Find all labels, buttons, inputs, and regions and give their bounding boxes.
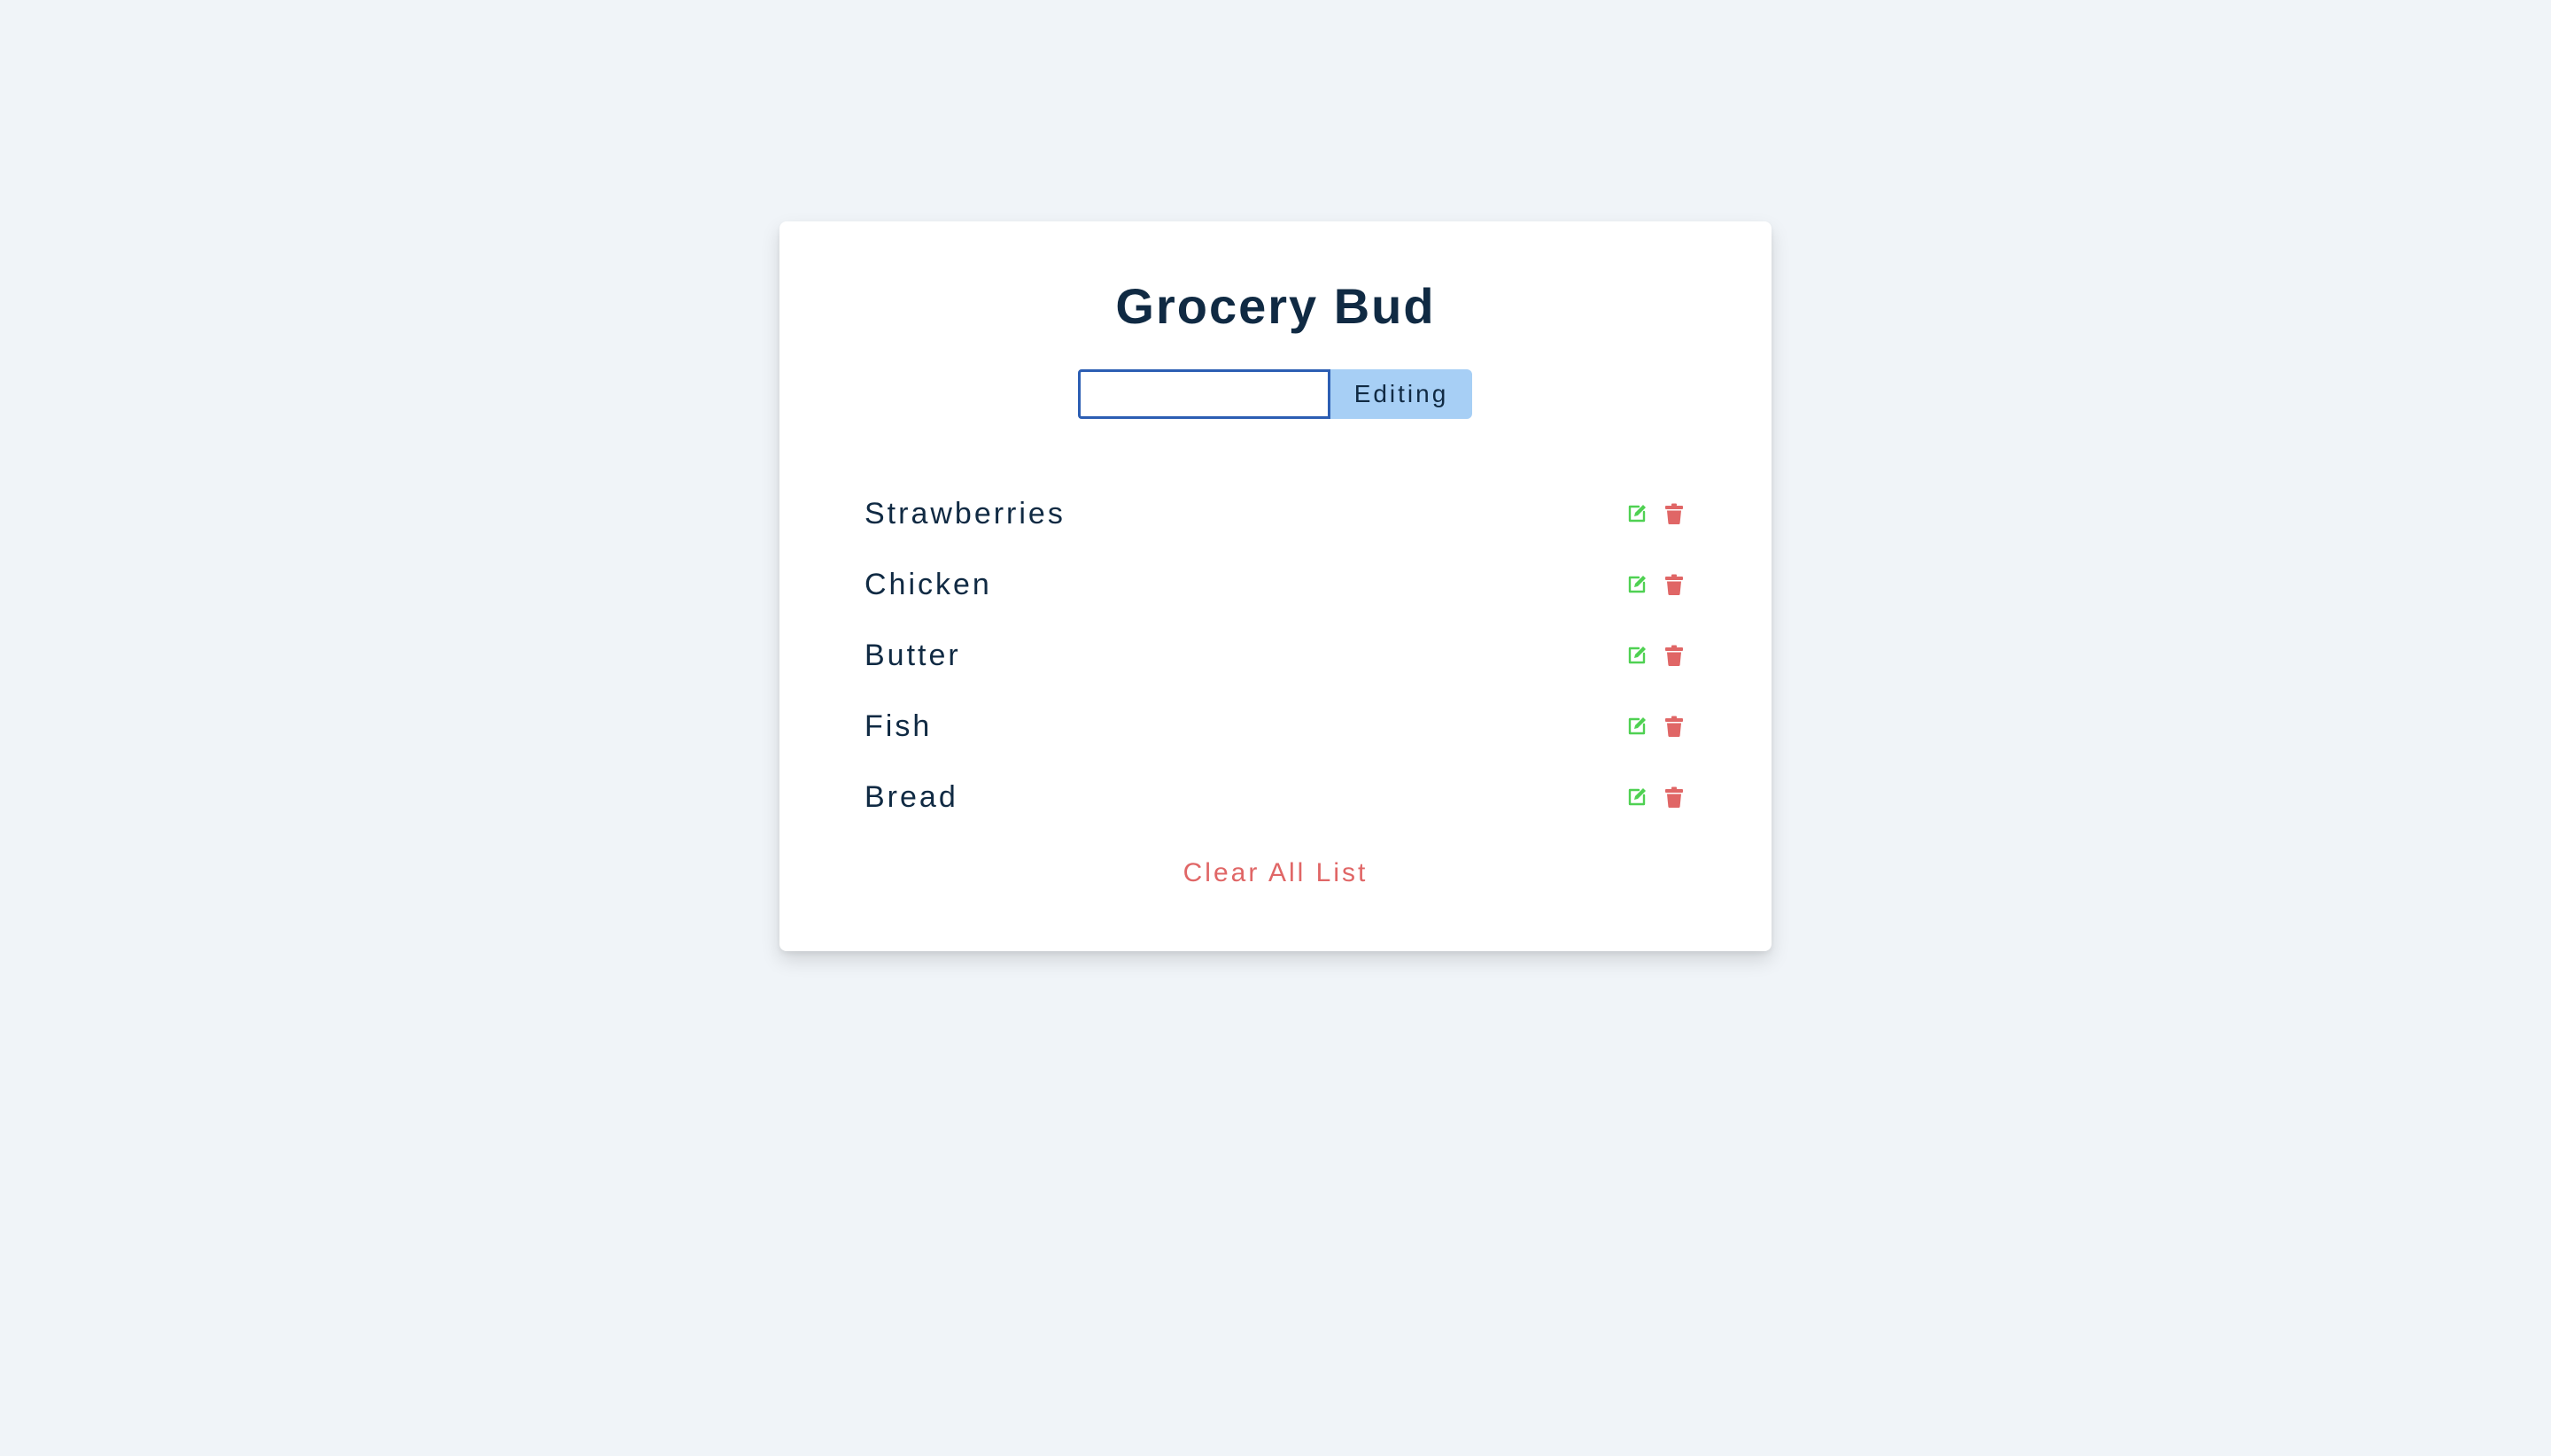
item-name: Strawberries (865, 496, 1066, 531)
trash-icon (1664, 645, 1684, 666)
list-item: Butter (865, 620, 1686, 691)
trash-icon (1664, 503, 1684, 524)
item-name: Chicken (865, 567, 992, 601)
edit-icon (1626, 716, 1648, 737)
edit-icon (1626, 786, 1648, 808)
page-title: Grocery Bud (1115, 278, 1436, 334)
edit-button[interactable] (1624, 501, 1649, 526)
delete-button[interactable] (1662, 714, 1686, 739)
item-actions (1624, 572, 1686, 597)
edit-icon (1626, 574, 1648, 595)
edit-button[interactable] (1624, 785, 1649, 809)
list-item: Fish (865, 691, 1686, 762)
grocery-list: Strawberries Chicken Butter Fish Bread (865, 478, 1686, 833)
edit-button[interactable] (1624, 714, 1649, 739)
edit-button[interactable] (1624, 643, 1649, 668)
item-actions (1624, 501, 1686, 526)
trash-icon (1664, 574, 1684, 595)
grocery-form: Editing (1078, 369, 1472, 419)
list-item: Bread (865, 762, 1686, 833)
list-item: Chicken (865, 549, 1686, 620)
item-name: Fish (865, 709, 933, 743)
submit-button[interactable]: Editing (1330, 369, 1472, 419)
clear-all-button[interactable]: Clear All List (1160, 852, 1391, 895)
delete-button[interactable] (1662, 572, 1686, 597)
item-name: Bread (865, 779, 958, 814)
item-actions (1624, 643, 1686, 668)
list-item: Strawberries (865, 478, 1686, 549)
grocery-input[interactable] (1078, 369, 1330, 419)
item-actions (1624, 714, 1686, 739)
trash-icon (1664, 786, 1684, 808)
delete-button[interactable] (1662, 785, 1686, 809)
edit-button[interactable] (1624, 572, 1649, 597)
item-name: Butter (865, 638, 961, 672)
edit-icon (1626, 503, 1648, 524)
grocery-card: Grocery Bud Editing Strawberries Chicken… (779, 221, 1772, 951)
delete-button[interactable] (1662, 643, 1686, 668)
item-actions (1624, 785, 1686, 809)
trash-icon (1664, 716, 1684, 737)
delete-button[interactable] (1662, 501, 1686, 526)
edit-icon (1626, 645, 1648, 666)
